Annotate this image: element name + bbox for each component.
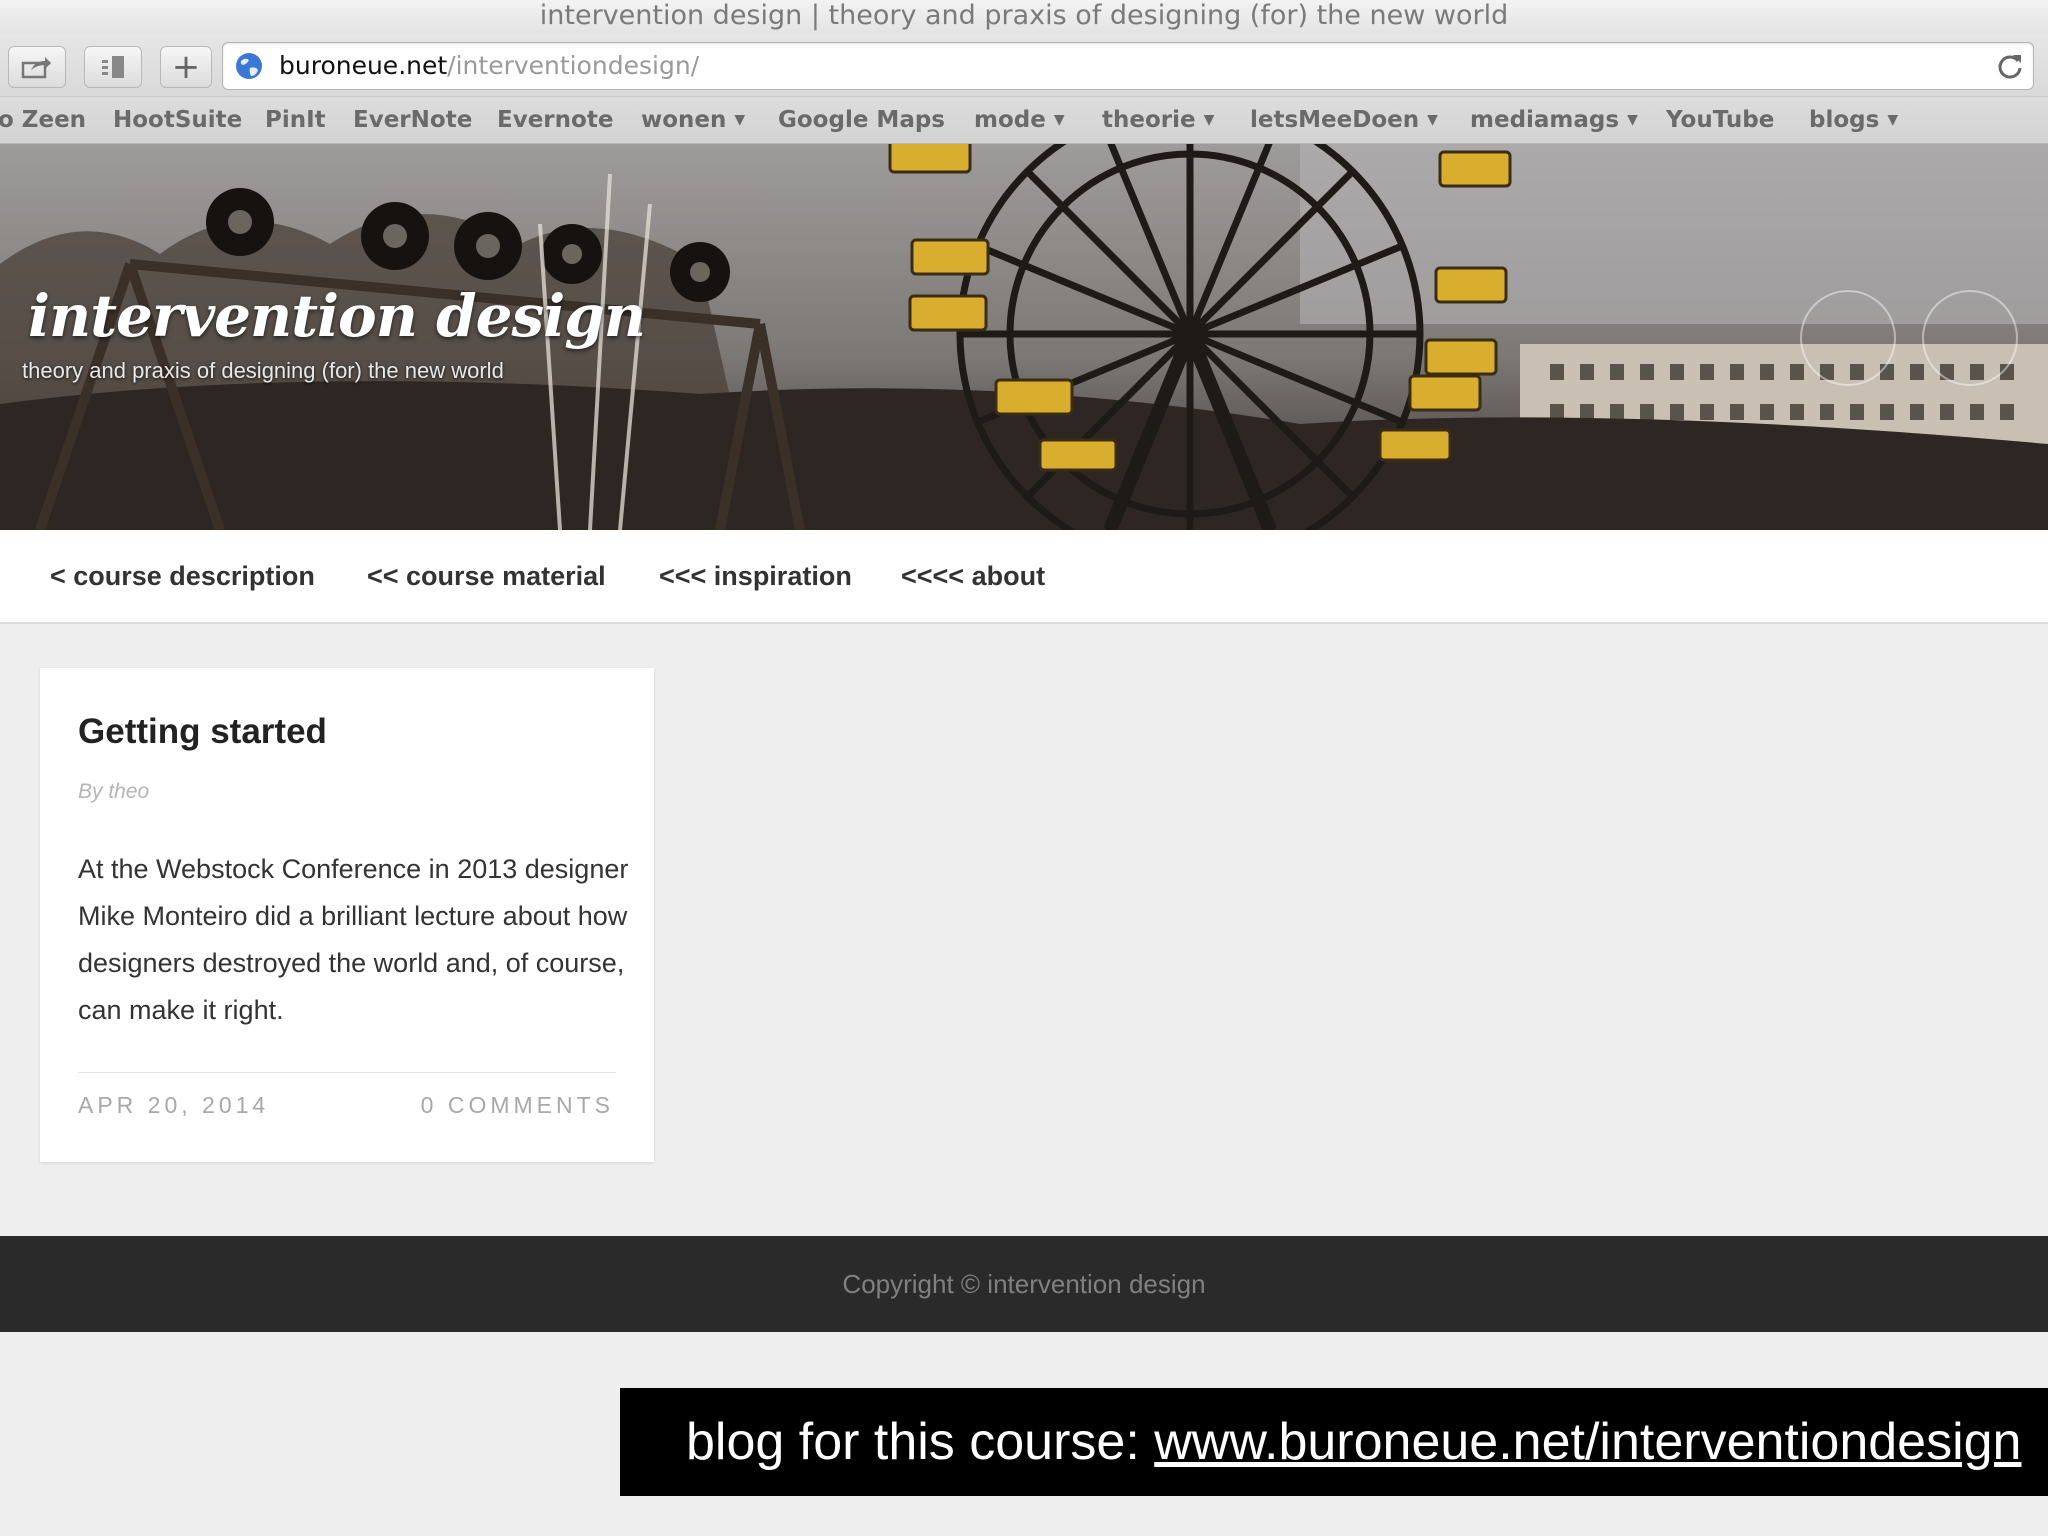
bookmark-folder-theorie[interactable]: theorie ▼ xyxy=(1102,97,1214,143)
nav-inspiration[interactable]: <<< inspiration xyxy=(659,530,852,622)
bookmark-label: PinIt xyxy=(265,107,326,133)
post-card: Getting started By theo At the Webstock … xyxy=(40,668,654,1162)
reader-button[interactable] xyxy=(84,46,142,88)
rss-icon[interactable] xyxy=(1800,290,1896,386)
bookmark-item[interactable]: Evernote xyxy=(497,97,613,143)
new-tab-button[interactable]: + xyxy=(160,46,212,88)
address-bar[interactable]: buroneue.net/interventiondesign/ xyxy=(222,42,2034,90)
bookmark-folder-letsmeedoen[interactable]: letsMeeDoen ▼ xyxy=(1250,97,1438,143)
nav-about[interactable]: <<<< about xyxy=(901,530,1045,622)
caption-box: blog for this course: www.buroneue.net/i… xyxy=(620,1388,2048,1496)
caret-down-icon: ▼ xyxy=(1887,112,1899,128)
plus-icon: + xyxy=(171,47,201,87)
site-footer: Copyright © intervention design xyxy=(0,1236,2048,1332)
url-text[interactable]: buroneue.net/interventiondesign/ xyxy=(279,43,699,89)
bookmark-label: Evernote xyxy=(497,107,614,133)
share-button[interactable] xyxy=(8,46,66,88)
site-tagline: theory and praxis of designing (for) the… xyxy=(22,358,504,383)
caret-down-icon: ▼ xyxy=(1053,112,1065,128)
bookmark-item[interactable]: o Zeen xyxy=(0,97,86,143)
url-host: buroneue.net xyxy=(279,51,448,80)
bookmark-label: mediamags xyxy=(1470,107,1620,133)
caret-down-icon: ▼ xyxy=(1427,112,1438,128)
footer-copyright: Copyright © intervention design xyxy=(842,1269,1206,1299)
nav-course-material[interactable]: << course material xyxy=(367,530,606,622)
bookmark-item[interactable]: HootSuite xyxy=(113,97,242,143)
bookmark-label: wonen xyxy=(641,107,727,133)
bookmark-item[interactable]: EverNote xyxy=(353,97,472,143)
bookmark-folder-wonen[interactable]: wonen ▼ xyxy=(641,97,745,143)
browser-toolbar: + buroneue.net/interventiondesign/ xyxy=(0,34,2048,97)
url-path: /interventiondesign/ xyxy=(447,51,700,80)
header-hero: intervention design theory and praxis of… xyxy=(0,144,2048,530)
share-icon xyxy=(21,57,51,79)
bookmarks-bar: o Zeen HootSuite PinIt EverNote Evernote… xyxy=(0,97,2048,144)
bookmark-label: o Zeen xyxy=(0,107,87,133)
nav-course-description[interactable]: < course description xyxy=(50,530,315,622)
bookmark-item[interactable]: PinIt xyxy=(265,97,326,143)
post-divider xyxy=(78,1072,616,1073)
bookmark-label: YouTube xyxy=(1666,107,1775,133)
caret-down-icon: ▼ xyxy=(1627,112,1638,128)
site-nav: < course description << course material … xyxy=(0,530,2048,624)
globe-icon xyxy=(236,53,262,79)
post-comments-link[interactable]: 0 COMMENTS xyxy=(421,1092,614,1119)
search-icon[interactable] xyxy=(1922,290,2018,386)
site-title[interactable]: intervention design xyxy=(28,282,646,350)
caption-text: blog for this course: www.buroneue.net/i… xyxy=(686,1388,2021,1496)
bookmark-label: letsMeeDoen xyxy=(1250,107,1420,133)
bookmark-label: EverNote xyxy=(353,107,473,133)
reader-icon xyxy=(102,56,124,78)
caption-link[interactable]: www.buroneue.net/interventiondesign xyxy=(1154,1413,2021,1471)
post-title[interactable]: Getting started xyxy=(78,712,327,752)
caret-down-icon: ▼ xyxy=(734,112,746,128)
bookmark-folder-mode[interactable]: mode ▼ xyxy=(974,97,1065,143)
window-title: intervention design | theory and praxis … xyxy=(0,0,2048,34)
reload-icon[interactable] xyxy=(1995,51,2025,81)
bookmark-item[interactable]: Google Maps xyxy=(778,97,945,143)
bookmark-label: Google Maps xyxy=(778,107,945,133)
bookmark-label: blogs xyxy=(1809,107,1880,133)
post-date[interactable]: APR 20, 2014 xyxy=(78,1092,269,1119)
bookmark-item[interactable]: YouTube xyxy=(1666,97,1774,143)
bookmark-folder-mediamags[interactable]: mediamags ▼ xyxy=(1470,97,1638,143)
post-author: By theo xyxy=(78,780,150,803)
bookmark-label: mode xyxy=(974,107,1046,133)
post-excerpt: At the Webstock Conference in 2013 desig… xyxy=(78,854,629,1025)
caret-down-icon: ▼ xyxy=(1203,112,1215,128)
caption-prefix: blog for this course: xyxy=(686,1413,1155,1471)
bookmark-folder-blogs[interactable]: blogs ▼ xyxy=(1809,97,1898,143)
bookmark-label: HootSuite xyxy=(113,107,243,133)
bookmark-label: theorie xyxy=(1102,107,1196,133)
